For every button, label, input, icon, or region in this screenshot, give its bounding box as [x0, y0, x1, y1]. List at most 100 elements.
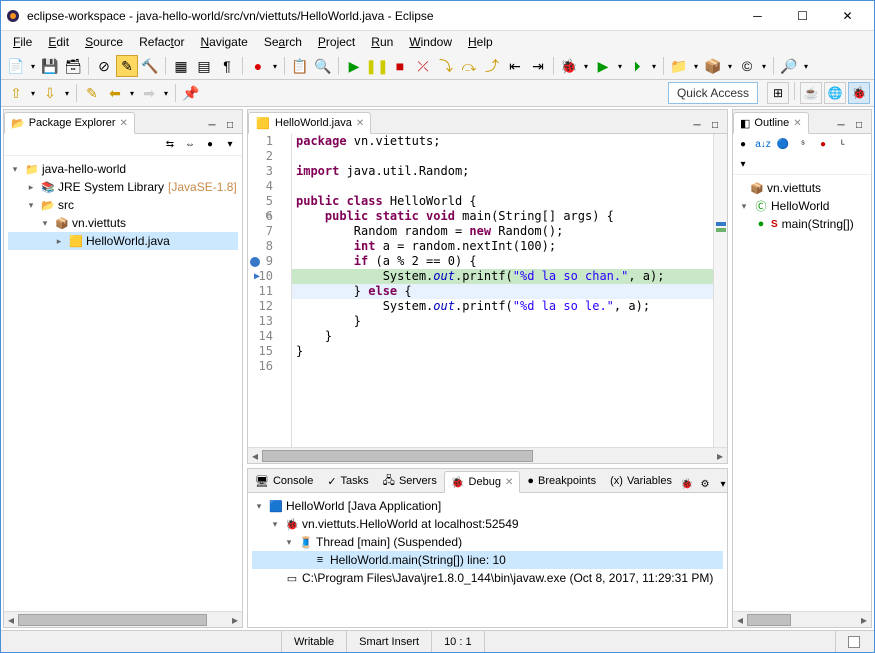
debug-app-node[interactable]: ▾ 🟦 HelloWorld [Java Application]	[252, 497, 723, 515]
maximize-view-button[interactable]: □	[851, 117, 867, 133]
overview-ruler[interactable]	[713, 134, 727, 447]
menu-navigate[interactable]: Navigate	[192, 33, 255, 51]
menu-run[interactable]: Run	[363, 33, 401, 51]
outline-method-node[interactable]: ● S main(String[])	[737, 215, 867, 233]
debug-process-node[interactable]: ▾ 🐞 vn.viettuts.HelloWorld at localhost:…	[252, 515, 723, 533]
maximize-view-button[interactable]: □	[707, 117, 723, 133]
hide-local-button[interactable]: ᴸ	[835, 136, 851, 152]
pin-editor-button[interactable]: 📌	[180, 82, 202, 104]
expand-arrow-icon[interactable]: ▾	[38, 218, 52, 229]
close-icon[interactable]: ✕	[505, 477, 513, 488]
save-all-button[interactable]: 🗃	[62, 55, 84, 77]
minimize-view-button[interactable]: ─	[689, 117, 705, 133]
file-node[interactable]: ▸ 🟨 HelloWorld.java	[8, 232, 238, 250]
editor-body[interactable]: 123456⊟78910▶111213141516 package vn.vie…	[248, 134, 727, 447]
expand-arrow-icon[interactable]: ▾	[8, 164, 22, 175]
outline-scrollbar[interactable]: ◂▸	[733, 611, 871, 627]
tab-breakpoints[interactable]: ●Breakpoints	[520, 470, 603, 492]
menu-refactor[interactable]: Refactor	[131, 33, 192, 51]
new-button[interactable]: 📄	[5, 55, 27, 77]
forward-button[interactable]: ➡	[138, 82, 160, 104]
tab-debug[interactable]: 🐞Debug✕	[444, 471, 521, 493]
last-edit-button[interactable]: ✎	[81, 82, 103, 104]
javaee-perspective-button[interactable]: 🌐	[824, 82, 846, 104]
status-cursor-position[interactable]: 10 : 1	[431, 631, 484, 652]
expand-arrow-icon[interactable]: ▾	[24, 200, 38, 211]
src-node[interactable]: ▾ 📂 src	[8, 196, 238, 214]
code-area[interactable]: package vn.viettuts;import java.util.Ran…	[292, 134, 713, 447]
java-perspective-button[interactable]: ☕	[800, 82, 822, 104]
skip-breakpoints-button[interactable]: ⊘	[93, 55, 115, 77]
menu-search[interactable]: Search	[256, 33, 310, 51]
toggle-mark-button[interactable]: ▦	[170, 55, 192, 77]
maximize-view-button[interactable]: □	[222, 117, 238, 133]
step-filters-button[interactable]: ⇥	[527, 55, 549, 77]
view-menu-button[interactable]: ▾	[222, 137, 238, 153]
resume-button[interactable]: ▶	[343, 55, 365, 77]
tab-servers[interactable]: 🖧Servers	[376, 470, 444, 492]
run-last-button[interactable]: ⏵	[626, 55, 648, 77]
open-task-button[interactable]: 🔍	[312, 55, 334, 77]
view-menu-button[interactable]: ⚙	[697, 476, 713, 492]
expand-arrow-icon[interactable]: ▸	[24, 182, 38, 193]
minimize-button[interactable]: ─	[735, 2, 780, 30]
debug-thread-node[interactable]: ▾ 🧵 Thread [main] (Suspended)	[252, 533, 723, 551]
open-type-button[interactable]: 📋	[289, 55, 311, 77]
collapse-all-button[interactable]: ⇆	[162, 137, 178, 153]
debug-button[interactable]: 🐞	[558, 55, 580, 77]
tab-console[interactable]: 🖥Console	[248, 470, 320, 492]
step-over-button[interactable]: ⤼	[458, 55, 480, 77]
debug-frame-node[interactable]: ▸ ≡ HelloWorld.main(String[]) line: 10	[252, 551, 723, 569]
sort-button[interactable]: a↓z	[755, 136, 771, 152]
hide-static-button[interactable]: ˢ	[795, 136, 811, 152]
terminate-button[interactable]: ■	[389, 55, 411, 77]
menu-window[interactable]: Window	[401, 33, 460, 51]
scrollbar-horizontal[interactable]: ◂▸	[4, 611, 242, 627]
view-menu-button[interactable]: ▾	[735, 156, 751, 172]
menu-source[interactable]: Source	[77, 33, 131, 51]
new-dropdown[interactable]: ▾	[28, 62, 38, 71]
toggle-block-button[interactable]: ▤	[193, 55, 215, 77]
new-java-project-button[interactable]: 📁	[668, 55, 690, 77]
debug-perspective-button[interactable]: 🐞	[848, 82, 870, 104]
focus-task-button[interactable]: ●	[202, 137, 218, 153]
search-button[interactable]: 🔎	[778, 55, 800, 77]
tab-tasks[interactable]: ✓Tasks	[320, 470, 375, 492]
step-return-button[interactable]: ⤴	[481, 55, 503, 77]
highlight-button[interactable]: ✎	[116, 55, 138, 77]
step-into-button[interactable]: ⤵	[435, 55, 457, 77]
view-dropdown-button[interactable]: ▾	[715, 476, 731, 492]
close-icon[interactable]: ✕	[356, 118, 364, 129]
next-annotation-button[interactable]: ⇩	[39, 82, 61, 104]
status-insert-mode[interactable]: Smart Insert	[346, 631, 431, 652]
menu-file[interactable]: File	[5, 33, 40, 51]
gutter[interactable]: 123456⊟78910▶111213141516	[248, 134, 292, 447]
save-button[interactable]: 💾	[39, 55, 61, 77]
editor-tab[interactable]: 🟨 HelloWorld.java ✕	[248, 112, 371, 134]
menu-edit[interactable]: Edit	[40, 33, 77, 51]
run-button[interactable]: ▶	[592, 55, 614, 77]
show-whitespace-button[interactable]: ¶	[216, 55, 238, 77]
project-node[interactable]: ▾ 📁 java-hello-world	[8, 160, 238, 178]
disconnect-button[interactable]: ⤫	[412, 55, 434, 77]
package-node[interactable]: ▾ 📦 vn.viettuts	[8, 214, 238, 232]
close-icon[interactable]: ✕	[120, 118, 128, 129]
outline-package-node[interactable]: 📦 vn.viettuts	[737, 179, 867, 197]
tab-variables[interactable]: (x)Variables	[603, 470, 679, 492]
toggle-breadcrumb-button[interactable]: ●	[247, 55, 269, 77]
menu-help[interactable]: Help	[460, 33, 501, 51]
hide-fields-button[interactable]: 🔵	[775, 136, 791, 152]
maximize-button[interactable]: ☐	[780, 2, 825, 30]
close-icon[interactable]: ✕	[793, 118, 801, 129]
debug-vm-node[interactable]: ▸ ▭ C:\Program Files\Java\jre1.8.0_144\b…	[252, 569, 723, 587]
drop-to-frame-button[interactable]: ⇤	[504, 55, 526, 77]
hide-nonpublic-button[interactable]: ●	[815, 136, 831, 152]
prev-annotation-button[interactable]: ⇧	[5, 82, 27, 104]
open-perspective-button[interactable]: ⊞	[767, 82, 789, 104]
minimize-view-button[interactable]: ─	[204, 117, 220, 133]
remove-terminated-button[interactable]: 🐞	[679, 476, 695, 492]
back-button[interactable]: ⬅	[104, 82, 126, 104]
menu-project[interactable]: Project	[310, 33, 363, 51]
package-explorer-tab[interactable]: 📂 Package Explorer ✕	[4, 112, 135, 134]
outline-tab[interactable]: ◧ Outline ✕	[733, 112, 809, 134]
